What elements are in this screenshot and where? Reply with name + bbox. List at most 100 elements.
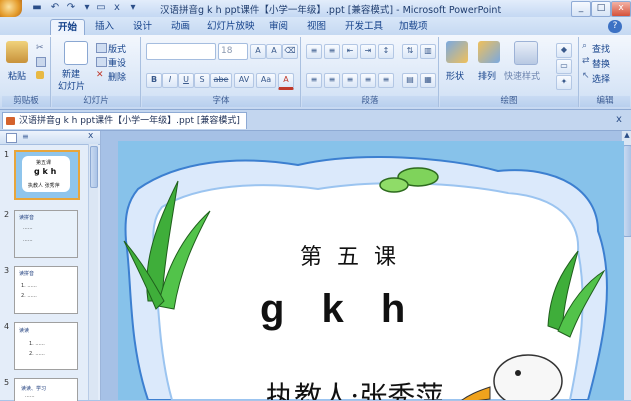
increase-indent-icon[interactable]: ⇥ [360, 44, 376, 59]
tab-insert[interactable]: 插入 [88, 19, 121, 35]
outline-view-icon[interactable]: ≡ [22, 133, 31, 141]
italic-button[interactable]: I [162, 73, 178, 88]
paste-button[interactable]: 粘贴 [8, 69, 26, 82]
text-direction-icon[interactable]: ⇅ [402, 44, 418, 59]
replace-icon[interactable]: ⇄ [582, 56, 590, 66]
find-icon[interactable]: ⌕ [582, 41, 587, 51]
close-doc-icon[interactable]: x [110, 1, 124, 15]
save-icon[interactable]: ▬ [30, 1, 44, 15]
paste-icon[interactable] [6, 41, 28, 63]
arrange-icon[interactable] [478, 41, 500, 63]
tab-developer[interactable]: 开发工具 [338, 19, 390, 35]
new-document-icon[interactable]: ▭ [94, 1, 108, 15]
justify-icon[interactable]: ≡ [360, 73, 376, 88]
shadow-button[interactable]: S [194, 73, 210, 88]
paragraph-group: ≡ ≡ ⇤ ⇥ ↕ ⇅ ▥ ≡ ≡ ≡ ≡ ≡ ▤ ▦ 段落 [302, 37, 439, 107]
underline-button[interactable]: U [178, 73, 194, 88]
tab-review[interactable]: 审阅 [262, 19, 295, 35]
slide-thumbnail-5[interactable]: 读读、学习 ...... [14, 378, 78, 401]
shapes-icon[interactable] [446, 41, 468, 63]
customize-quick-access-icon[interactable]: ▾ [80, 1, 94, 15]
char-spacing-button[interactable]: AV [234, 73, 254, 88]
smartart-icon[interactable]: ▦ [420, 73, 436, 88]
strikethrough-button[interactable]: abe [210, 73, 232, 88]
layout-icon[interactable] [96, 43, 107, 53]
shapes-button[interactable]: 形状 [446, 69, 464, 82]
slides-view-icon[interactable] [6, 133, 17, 143]
current-slide[interactable]: 第 五 课 g k h 执教人:张秀萍 [118, 141, 624, 400]
shape-outline-icon[interactable]: ▭ [556, 59, 572, 74]
slide-thumbnail-2[interactable]: 读拼音 ...... ...... [14, 210, 78, 258]
reset-icon[interactable] [96, 57, 107, 67]
decrease-indent-icon[interactable]: ⇤ [342, 44, 358, 59]
slide-number: 4 [4, 322, 10, 331]
font-group: 18 A A ⌫ B I U S abe AV Aa A 字体 [142, 37, 301, 107]
thumbnail-scrollbar[interactable] [88, 144, 98, 400]
tab-slideshow[interactable]: 幻灯片放映 [200, 19, 262, 35]
tab-design[interactable]: 设计 [126, 19, 159, 35]
align-text-icon[interactable]: ▤ [402, 73, 418, 88]
close-button[interactable]: x [611, 1, 631, 17]
layout-button[interactable]: 版式 [108, 42, 126, 55]
line-spacing-icon[interactable]: ↕ [378, 44, 394, 59]
font-name-field[interactable] [146, 43, 216, 60]
align-left-icon[interactable]: ≡ [306, 73, 322, 88]
shape-effects-icon[interactable]: ✦ [556, 75, 572, 90]
undo-icon[interactable]: ↶ [48, 1, 62, 15]
shape-fill-icon[interactable]: ◆ [556, 43, 572, 58]
copy-icon[interactable] [36, 57, 46, 67]
tab-home[interactable]: 开始 [50, 19, 86, 36]
quick-styles-icon[interactable] [514, 41, 538, 65]
redo-icon[interactable]: ↷ [64, 1, 78, 15]
tab-view[interactable]: 视图 [300, 19, 333, 35]
distribute-icon[interactable]: ≡ [378, 73, 394, 88]
delete-button[interactable]: 删除 [108, 70, 126, 83]
close-pane-icon[interactable]: x [88, 131, 93, 141]
slide-thumbnail-1[interactable]: 第五课 g k h 执教人 张秀萍 [14, 150, 80, 200]
align-right-icon[interactable]: ≡ [342, 73, 358, 88]
shrink-font-button[interactable]: A [266, 44, 282, 59]
help-icon[interactable]: ? [608, 20, 622, 33]
close-document-button[interactable]: x [612, 113, 626, 127]
align-center-icon[interactable]: ≡ [324, 73, 340, 88]
minimize-button[interactable]: _ [571, 1, 591, 17]
clear-format-icon[interactable]: ⌫ [282, 44, 298, 59]
quick-styles-button[interactable]: 快速样式 [504, 69, 540, 82]
tab-animation[interactable]: 动画 [164, 19, 197, 35]
grow-font-button[interactable]: A [250, 44, 266, 59]
ppt-file-icon [6, 117, 15, 125]
thumbnail-scroll-thumb[interactable] [90, 146, 98, 188]
format-painter-icon[interactable] [36, 71, 44, 79]
tab-addins[interactable]: 加载项 [392, 19, 435, 35]
dropdown-icon[interactable]: ▾ [126, 1, 140, 15]
office-button[interactable] [0, 0, 22, 17]
slide-thumbnail-3[interactable]: 读拼音 1. ...... 2. ...... [14, 266, 78, 314]
select-button[interactable]: 选择 [592, 72, 610, 85]
reset-button[interactable]: 重设 [108, 56, 126, 69]
new-slide-label-2[interactable]: 幻灯片 [58, 79, 85, 92]
select-icon[interactable]: ↖ [582, 71, 590, 81]
editing-group-label: 编辑 [580, 96, 630, 107]
maximize-button[interactable]: □ [591, 1, 611, 17]
slide-pinyin-letters[interactable]: g k h [260, 287, 405, 332]
delete-icon[interactable]: ✕ [96, 71, 105, 80]
find-button[interactable]: 查找 [592, 42, 610, 55]
new-slide-icon[interactable] [64, 41, 88, 65]
bullets-icon[interactable]: ≡ [306, 44, 322, 59]
numbering-icon[interactable]: ≡ [324, 44, 340, 59]
slide-number: 3 [4, 266, 10, 275]
slide-thumbnail-4[interactable]: 读读 1. ...... 2. ...... [14, 322, 78, 370]
change-case-button[interactable]: Aa [256, 73, 276, 88]
slide-scroll-thumb[interactable] [623, 145, 631, 237]
font-size-field[interactable]: 18 [218, 43, 248, 60]
drawing-group: 形状 排列 快速样式 ◆ ▭ ✦ 绘图 [440, 37, 579, 107]
columns-icon[interactable]: ▥ [420, 44, 436, 59]
slide-lesson-title[interactable]: 第 五 课 [300, 239, 400, 271]
font-color-button[interactable]: A [278, 73, 294, 90]
slide-teacher[interactable]: 执教人:张秀萍 [266, 375, 443, 400]
bold-button[interactable]: B [146, 73, 162, 88]
document-tab[interactable]: 汉语拼音g k h ppt课件【小学一年级】.ppt [兼容模式] [2, 112, 247, 129]
replace-button[interactable]: 替换 [592, 57, 610, 70]
arrange-button[interactable]: 排列 [478, 69, 496, 82]
cut-icon[interactable]: ✂ [36, 43, 44, 53]
